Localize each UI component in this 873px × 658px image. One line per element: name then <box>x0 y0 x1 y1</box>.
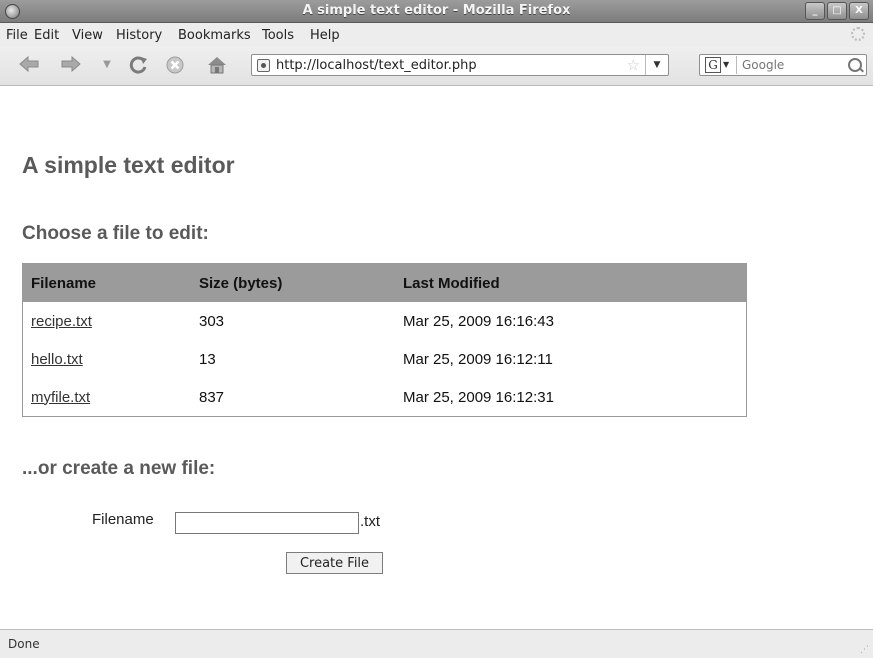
file-link-hello[interactable]: hello.txt <box>31 351 83 368</box>
file-table: Filename Size (bytes) Last Modified reci… <box>22 263 747 417</box>
url-bar[interactable]: http://localhost/text_editor.php ☆ ▼ <box>251 54 669 76</box>
google-icon: G <box>705 57 721 73</box>
throbber-icon <box>851 27 865 41</box>
forward-icon[interactable] <box>60 55 82 75</box>
filename-cell: hello.txt <box>23 340 192 378</box>
menu-file[interactable]: File <box>6 28 28 43</box>
menu-tools[interactable]: Tools <box>262 28 294 43</box>
table-row: hello.txt 13 Mar 25, 2009 16:12:11 <box>23 340 747 378</box>
minimize-button[interactable]: _ <box>805 2 825 20</box>
filename-cell: myfile.txt <box>23 378 192 417</box>
menu-edit[interactable]: Edit <box>34 28 59 43</box>
menu-help[interactable]: Help <box>310 28 340 43</box>
stop-icon[interactable] <box>164 55 186 75</box>
bookmark-star-icon[interactable]: ☆ <box>627 56 640 74</box>
extension-label: .txt <box>360 513 381 530</box>
table-row: recipe.txt 303 Mar 25, 2009 16:16:43 <box>23 302 747 340</box>
engine-dropdown-icon: ▼ <box>723 60 730 69</box>
size-cell: 13 <box>199 350 216 368</box>
table-header-row: Filename Size (bytes) Last Modified <box>22 263 747 302</box>
status-text: Done <box>8 637 40 651</box>
modified-cell: Mar 25, 2009 16:12:31 <box>403 388 554 406</box>
site-identity-icon[interactable] <box>257 59 270 72</box>
url-text[interactable]: http://localhost/text_editor.php <box>276 58 477 73</box>
create-file-button[interactable]: Create File <box>286 552 383 574</box>
maximize-button[interactable]: □ <box>827 2 847 20</box>
filename-input[interactable] <box>175 512 359 534</box>
window-title: A simple text editor - Mozilla Firefox <box>302 3 571 18</box>
back-icon[interactable] <box>18 55 40 75</box>
menu-bar: File Edit View History Bookmarks Tools H… <box>0 23 873 47</box>
home-icon[interactable] <box>206 55 228 75</box>
file-link-recipe[interactable]: recipe.txt <box>31 313 92 330</box>
page-content: A simple text editor Choose a file to ed… <box>0 86 873 629</box>
column-header-modified: Last Modified <box>395 263 747 302</box>
column-header-filename: Filename <box>22 263 191 302</box>
filename-cell: recipe.txt <box>23 302 192 340</box>
menu-bookmarks[interactable]: Bookmarks <box>178 28 251 43</box>
reload-icon[interactable] <box>128 55 150 75</box>
page-title: A simple text editor <box>22 152 235 178</box>
size-cell: 837 <box>199 388 225 406</box>
history-dropdown-icon[interactable]: ▼ <box>100 55 114 75</box>
navigation-toolbar: ▼ http://localhost/text_editor.php ☆ ▼ G… <box>0 47 873 86</box>
menu-history[interactable]: History <box>116 28 162 43</box>
choose-file-heading: Choose a file to edit: <box>22 223 209 244</box>
table-row: myfile.txt 837 Mar 25, 2009 16:12:31 <box>23 378 747 417</box>
create-file-heading: ...or create a new file: <box>22 458 216 479</box>
column-header-size: Size (bytes) <box>191 263 395 302</box>
modified-cell: Mar 25, 2009 16:16:43 <box>403 312 554 330</box>
search-bar[interactable]: G ▼ <box>699 54 867 76</box>
resize-grip-icon[interactable]: ⋰ <box>860 645 869 655</box>
search-engine-selector[interactable]: G ▼ <box>702 56 737 74</box>
modified-cell: Mar 25, 2009 16:12:11 <box>403 350 553 368</box>
search-icon[interactable] <box>848 58 862 72</box>
window-titlebar[interactable]: A simple text editor - Mozilla Firefox _… <box>0 0 873 23</box>
menu-view[interactable]: View <box>72 28 103 43</box>
search-input[interactable] <box>742 57 842 73</box>
status-bar: Done ⋰ <box>0 629 873 658</box>
url-dropdown-icon[interactable]: ▼ <box>645 55 668 75</box>
size-cell: 303 <box>199 312 225 330</box>
file-link-myfile[interactable]: myfile.txt <box>31 389 90 406</box>
close-button[interactable]: X <box>849 2 869 20</box>
window-controls: _ □ X <box>805 2 869 20</box>
filename-label: Filename <box>92 511 154 528</box>
